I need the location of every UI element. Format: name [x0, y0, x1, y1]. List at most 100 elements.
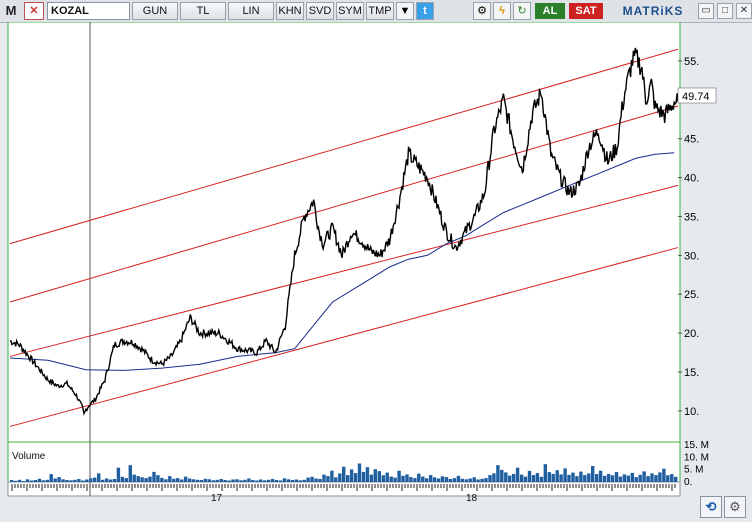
volume-bar [377, 471, 381, 482]
volume-bar [484, 478, 488, 482]
volume-bar [405, 474, 409, 482]
volume-bar [176, 478, 180, 482]
minimize-icon[interactable]: ▭ [698, 3, 714, 19]
volume-bar [464, 479, 468, 482]
volume-bar [41, 480, 45, 482]
lightning-icon[interactable]: ϟ [493, 2, 511, 20]
symbol-input[interactable]: KOZAL [47, 2, 130, 20]
y-tick-label: 35. [684, 211, 699, 223]
volume-bar [223, 480, 227, 482]
volume-bar [365, 467, 370, 482]
currency-button[interactable]: TL [180, 2, 226, 20]
volume-bar [140, 477, 144, 482]
volume-bar [397, 470, 401, 482]
close-symbol-icon[interactable]: ✕ [24, 2, 44, 20]
y-tick-label: 20. [684, 328, 699, 340]
dropdown-arrow-icon[interactable]: ▼ [396, 2, 414, 20]
y-tick-label: 30. [684, 250, 699, 262]
volume-bar [531, 475, 536, 482]
khn-button[interactable]: KHN [276, 2, 304, 20]
volume-bar [361, 471, 366, 482]
volume-bar [219, 479, 223, 482]
volume-bar [468, 478, 472, 482]
maximize-icon[interactable]: □ [717, 3, 733, 19]
volume-bar [547, 472, 551, 482]
volume-bar [282, 478, 287, 482]
toolbar: M ✕ KOZAL GUN TL LIN KHN SVD SYM TMP ▼ t… [0, 0, 752, 23]
volume-axis: 15. M10. M 5. M0. [684, 440, 709, 488]
volume-bar [251, 480, 255, 482]
volume-tick-label: 10. M [684, 452, 709, 463]
volume-bar [369, 474, 374, 482]
volume-bar [65, 480, 69, 482]
volume-bar [535, 473, 540, 482]
volume-bar [227, 480, 231, 482]
y-tick-label: 25. [684, 289, 699, 301]
volume-bar [432, 477, 437, 482]
y-tick-label: 15. [684, 367, 699, 379]
volume-bar [488, 475, 492, 482]
volume-bar [207, 479, 211, 482]
sync-icon[interactable]: ⟲ [700, 496, 722, 518]
svd-button[interactable]: SVD [306, 2, 334, 20]
volume-bar [57, 477, 61, 482]
sell-button[interactable]: SAT [569, 3, 603, 19]
period-button[interactable]: GUN [132, 2, 178, 20]
volume-bar [519, 474, 524, 482]
volume-bar [211, 480, 215, 482]
volume-bar [595, 474, 599, 482]
volume-bar [504, 472, 508, 482]
volume-bar [108, 479, 113, 482]
volume-bar [385, 472, 389, 482]
volume-bar [456, 475, 461, 482]
y-tick-label: 10. [684, 406, 699, 418]
refresh-icon[interactable]: ↻ [513, 2, 531, 20]
volume-bar [239, 480, 243, 482]
volume-bar [658, 472, 662, 482]
volume-bar [168, 476, 172, 482]
volume-bar [231, 479, 235, 482]
volume-bar [37, 478, 42, 482]
volume-bar [587, 473, 591, 482]
x-tick-label-18: 18 [466, 493, 478, 504]
volume-bar [622, 474, 627, 482]
volume-bar [373, 469, 377, 482]
volume-bar [53, 478, 57, 482]
buy-button[interactable]: AL [535, 3, 565, 19]
price-chart[interactable]: 55. 45. 40. 35. 30. 25. 20. 15. 10. 49.74 Volume… [0, 22, 752, 522]
volume-bar [527, 470, 532, 482]
template-button[interactable]: TMP [366, 2, 394, 20]
volume-bar [191, 479, 196, 482]
linear-scale-button[interactable]: LIN [228, 2, 274, 20]
volume-bar [298, 480, 302, 482]
volume-bar [508, 475, 512, 482]
volume-bar [100, 479, 105, 482]
volume-bar [290, 480, 294, 482]
volume-bar [124, 478, 128, 482]
volume-bar [148, 476, 152, 482]
volume-bar [567, 474, 571, 482]
x-tick-label-17: 17 [211, 493, 223, 504]
volume-bar [476, 479, 480, 482]
volume-bar [10, 480, 14, 482]
volume-bar [69, 480, 73, 482]
y-tick-label: 45. [684, 134, 699, 146]
volume-bar [183, 476, 188, 482]
volume-bar [33, 480, 38, 482]
twitter-icon[interactable]: t [416, 2, 434, 20]
volume-bar [29, 480, 34, 482]
volume-bar [512, 473, 516, 482]
volume-bar [243, 479, 247, 482]
volume-bar [247, 478, 251, 482]
volume-bar [274, 480, 279, 482]
volume-bar [602, 475, 607, 482]
volume-bar [571, 472, 575, 482]
volume-bar [322, 474, 326, 482]
volume-bar [77, 479, 81, 482]
volume-bar [263, 480, 267, 482]
settings-icon[interactable]: ⚙ [473, 2, 491, 20]
volume-bar [401, 475, 405, 482]
symbol-button[interactable]: SYM [336, 2, 364, 20]
chart-settings-icon[interactable]: ⚙ [724, 496, 746, 518]
close-window-icon[interactable]: ✕ [736, 3, 752, 19]
